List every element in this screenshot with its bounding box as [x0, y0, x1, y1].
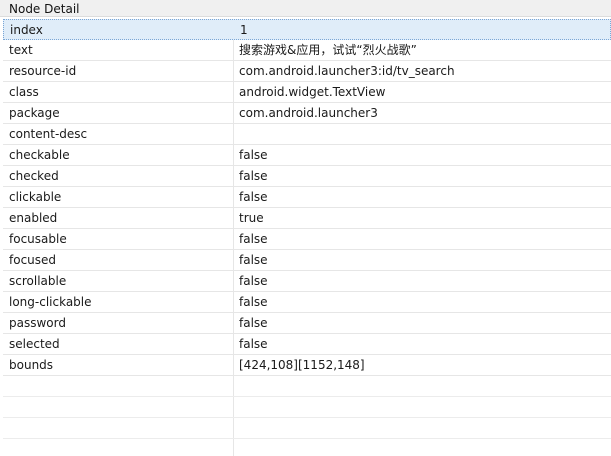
property-value: false	[239, 232, 268, 246]
property-value	[239, 124, 609, 144]
table-row[interactable]: content-desc	[3, 124, 611, 145]
property-key: focused	[9, 253, 57, 267]
property-key: text	[9, 43, 33, 57]
table-row[interactable]: focused false	[3, 250, 611, 271]
panel-header: Node Detail	[0, 0, 611, 17]
table-row[interactable]: checkable false	[3, 145, 611, 166]
property-key: bounds	[9, 358, 54, 372]
table-row[interactable]: text 搜索游戏&应用，试试“烈火战歌”	[3, 40, 611, 61]
property-key: checkable	[9, 148, 70, 162]
property-key: class	[9, 85, 39, 99]
property-value: [424,108][1152,148]	[239, 358, 365, 372]
property-key: package	[9, 106, 60, 120]
property-value: true	[239, 211, 264, 225]
empty-row	[3, 397, 611, 418]
property-value: false	[239, 148, 268, 162]
property-key: scrollable	[9, 274, 67, 288]
table-row[interactable]: long-clickable false	[3, 292, 611, 313]
property-value: 1	[240, 23, 248, 37]
table-row[interactable]: password false	[3, 313, 611, 334]
table-row[interactable]: clickable false	[3, 187, 611, 208]
table-row[interactable]: class android.widget.TextView	[3, 82, 611, 103]
property-value: com.android.launcher3:id/tv_search	[239, 64, 455, 78]
table-row[interactable]: index 1	[3, 19, 611, 40]
property-value: false	[239, 316, 268, 330]
table-row[interactable]: enabled true	[3, 208, 611, 229]
property-key: long-clickable	[9, 295, 92, 309]
property-value: com.android.launcher3	[239, 106, 378, 120]
property-key: clickable	[9, 190, 62, 204]
property-value: false	[239, 190, 268, 204]
property-key: enabled	[9, 211, 58, 225]
table-row[interactable]: bounds [424,108][1152,148]	[3, 355, 611, 376]
node-detail-panel: Node Detail index 1 text 搜索游戏&应用，试试“烈火战歌…	[0, 0, 611, 456]
property-key: index	[10, 23, 43, 37]
property-value: android.widget.TextView	[239, 85, 386, 99]
table-row[interactable]: selected false	[3, 334, 611, 355]
property-key: selected	[9, 337, 60, 351]
table-row[interactable]: package com.android.launcher3	[3, 103, 611, 124]
panel-title: Node Detail	[9, 2, 80, 16]
property-key: content-desc	[9, 127, 88, 141]
property-key: focusable	[9, 232, 67, 246]
property-value: false	[239, 274, 268, 288]
empty-row	[3, 439, 611, 456]
empty-row	[3, 376, 611, 397]
property-key: password	[9, 316, 66, 330]
property-key: resource-id	[9, 64, 77, 78]
table-row[interactable]: resource-id com.android.launcher3:id/tv_…	[3, 61, 611, 82]
table-row[interactable]: checked false	[3, 166, 611, 187]
property-key: checked	[9, 169, 59, 183]
table-row[interactable]: scrollable false	[3, 271, 611, 292]
property-value: false	[239, 295, 268, 309]
property-value: false	[239, 253, 268, 267]
property-value: false	[239, 337, 268, 351]
property-value: false	[239, 169, 268, 183]
table-row[interactable]: focusable false	[3, 229, 611, 250]
empty-row	[3, 418, 611, 439]
properties-table: index 1 text 搜索游戏&应用，试试“烈火战歌” resource-i…	[3, 19, 611, 456]
property-value: 搜索游戏&应用，试试“烈火战歌”	[239, 43, 417, 57]
